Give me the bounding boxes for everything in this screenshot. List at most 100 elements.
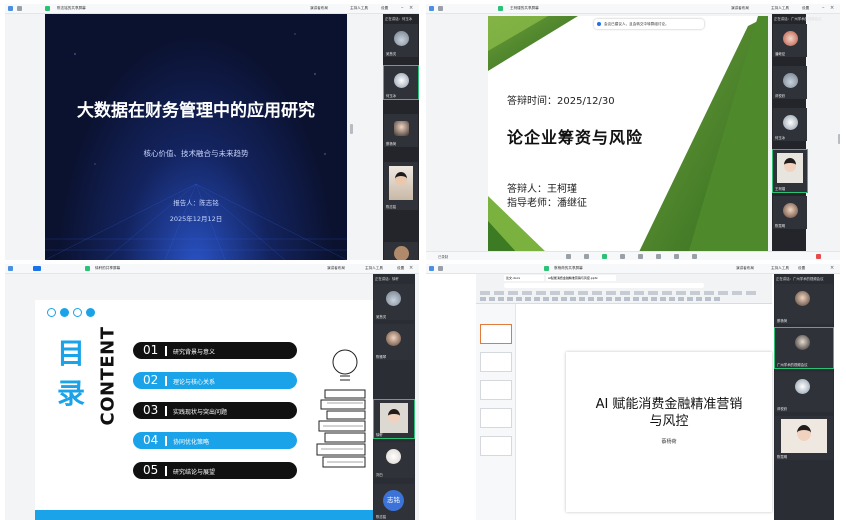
participant-tile[interactable]: 刘白 <box>374 442 414 478</box>
participant-tile[interactable]: 陈昆明 <box>775 416 833 460</box>
host-tools-button[interactable]: 主持人工具 <box>771 266 789 271</box>
minimize-icon[interactable]: – <box>401 5 404 11</box>
speaker-layout-button[interactable]: 演讲者布局 <box>310 6 328 11</box>
slide-date-line: 答辩时间：2025/12/30 <box>507 96 615 107</box>
participant-name: 潘继征 <box>775 52 786 56</box>
notification-banner[interactable]: 会议已建议人，且会转交中转群组讨论。 <box>594 19 704 29</box>
dot-decoration <box>47 308 56 317</box>
avatar <box>783 31 798 46</box>
slide-thumbnail[interactable] <box>480 380 512 400</box>
avatar <box>394 73 409 88</box>
avatar <box>795 379 810 394</box>
toc-item-label: 研究背景与意义 <box>173 349 216 356</box>
meeting-window-2: 王柯瑾的共享屏幕 演讲者布局 主持人工具 设置 – × 答辩时间：2025/12… <box>426 4 840 260</box>
host-tools-button[interactable]: 主持人工具 <box>350 6 368 11</box>
settings-button[interactable]: 设置 <box>802 6 809 11</box>
participant-tile[interactable]: 蔡杨荷 <box>775 284 833 324</box>
close-icon[interactable]: × <box>409 265 413 271</box>
participant-tile[interactable]: 何玉冰 <box>773 108 807 141</box>
participant-gallery: 正在讲话：广州学术的视频会议 蔡杨荷 广州学术的视频会议 邓悦欣 陈昆明 <box>774 274 834 520</box>
info-icon <box>597 22 601 26</box>
toc-item: 02 理论与核心关系 <box>133 372 297 389</box>
settings-button[interactable]: 设置 <box>798 266 805 271</box>
chat-icon[interactable] <box>638 254 643 259</box>
browser-chrome: 论文.docx AI赋能消费金融精准营销与风控.pptx <box>476 274 772 304</box>
host-tools-button[interactable]: 主持人工具 <box>771 6 789 11</box>
participant-gallery: 正在讲话：徐轩 吴慧灵 陈雅琴 徐轩 刘白 志铭 陈志铭 <box>373 274 415 520</box>
close-icon[interactable]: × <box>830 5 834 11</box>
participant-tile[interactable] <box>384 242 418 260</box>
mic-icon[interactable] <box>566 254 571 259</box>
participant-name: 徐轩 <box>376 433 383 437</box>
speaker-layout-button[interactable]: 演讲者布局 <box>731 6 749 11</box>
participant-tile[interactable]: 邓悦欣 <box>775 372 833 412</box>
apps-icon[interactable] <box>674 254 679 259</box>
participant-tile[interactable]: 陈雅琴 <box>374 324 414 360</box>
participant-tile[interactable]: 蔡杨荷 <box>384 114 418 147</box>
participant-name: 刘白 <box>376 473 383 477</box>
toc-heading-cn: 目录 <box>57 337 86 410</box>
participant-tile[interactable]: 潘继征 <box>773 24 807 57</box>
speaking-indicator: 正在讲话：广州学术的视频会议 <box>774 17 822 21</box>
scrollbar[interactable] <box>350 124 353 134</box>
avatar <box>394 31 409 46</box>
record-icon[interactable] <box>656 254 661 259</box>
participant-tile[interactable]: 吴慧灵 <box>384 24 418 57</box>
browser-tab[interactable]: 论文.docx <box>504 275 544 281</box>
toc-divider <box>165 436 167 446</box>
participants-icon[interactable] <box>620 254 625 259</box>
avatar <box>783 115 798 130</box>
slide-thumbnail[interactable] <box>480 408 512 428</box>
close-icon[interactable]: × <box>830 265 834 271</box>
browser-tab[interactable]: AI赋能消费金融精准营销与风控.pptx <box>546 275 616 281</box>
participant-tile[interactable]: 邓悦欣 <box>773 66 807 99</box>
network-icon <box>8 266 13 271</box>
shared-slide: AI 赋能消费金融精准营销 与风控 蔡杨荷 <box>566 352 772 512</box>
participant-tile[interactable]: 志铭 陈志铭 <box>374 484 414 520</box>
meeting-top-bar: 陈志铭的共享屏幕 演讲者布局 主持人工具 设置 – × <box>5 4 419 14</box>
meeting-window-4: 蔡杨荷的共享屏幕 演讲者布局 主持人工具 设置 × 论文.docx AI赋能消费… <box>426 264 840 520</box>
participant-tile[interactable]: 王柯瑾 <box>772 149 808 193</box>
toc-divider <box>165 376 167 386</box>
avatar <box>783 203 798 218</box>
host-tools-button[interactable]: 主持人工具 <box>365 266 383 271</box>
slide-advisor: 指导老师：潘继征 <box>507 198 587 209</box>
scrollbar[interactable] <box>838 134 840 144</box>
participant-name: 吴慧灵 <box>376 315 387 319</box>
slide-thumbnail[interactable] <box>480 436 512 456</box>
meeting-top-bar: 徐轩的共享屏幕 演讲者布局 主持人工具 设置 × <box>5 264 419 274</box>
speaker-layout-button[interactable]: 演讲者布局 <box>736 266 754 271</box>
participant-tile[interactable]: 徐轩 <box>373 399 415 439</box>
settings-button[interactable]: 设置 <box>381 6 388 11</box>
avatar <box>394 121 409 136</box>
slide-thumbnail[interactable] <box>480 352 512 372</box>
end-meeting-icon[interactable] <box>816 254 821 259</box>
address-bar[interactable] <box>504 283 704 288</box>
meeting-title: 徐轩的共享屏幕 <box>95 266 121 270</box>
camera-icon[interactable] <box>584 254 589 259</box>
toc-item-label: 实践现状与突出问题 <box>173 409 228 416</box>
network-icon <box>429 266 434 271</box>
participant-gallery: 正在讲话：广州学术的视频会议 潘继征 邓悦欣 何玉冰 王柯瑾 陈昆明 <box>772 14 821 260</box>
meeting-top-bar: 王柯瑾的共享屏幕 演讲者布局 主持人工具 设置 – × <box>426 4 840 14</box>
close-icon[interactable]: × <box>409 5 413 11</box>
slide-presenter: 蔡杨荷 <box>661 439 677 445</box>
participant-tile[interactable]: 何玉冰 <box>383 65 419 100</box>
slide-subtitle: 核心价值、技术融合与未来趋势 <box>143 149 249 158</box>
slide-thumbnail[interactable] <box>480 324 512 344</box>
avatar <box>783 73 798 88</box>
speaker-layout-button[interactable]: 演讲者布局 <box>327 266 345 271</box>
participant-tile[interactable]: 吴慧灵 <box>374 284 414 320</box>
participant-name: 蔡杨荷 <box>777 319 788 323</box>
slide-title: 论企业筹资与风险 <box>507 128 644 147</box>
participant-tile[interactable]: 广州学术的视频会议 <box>774 327 834 369</box>
signal-icon <box>17 6 22 11</box>
minimize-icon[interactable]: – <box>822 5 825 11</box>
speaking-indicator: 正在讲话：何玉冰 <box>385 17 413 21</box>
share-screen-icon[interactable] <box>602 254 607 259</box>
settings-button[interactable]: 设置 <box>397 266 404 271</box>
participant-tile[interactable]: 陈昆明 <box>773 196 807 229</box>
more-icon[interactable] <box>692 254 697 259</box>
participant-tile[interactable]: 陈志铭 <box>384 162 418 210</box>
meeting-bottom-bar: 已录制 <box>426 251 840 260</box>
